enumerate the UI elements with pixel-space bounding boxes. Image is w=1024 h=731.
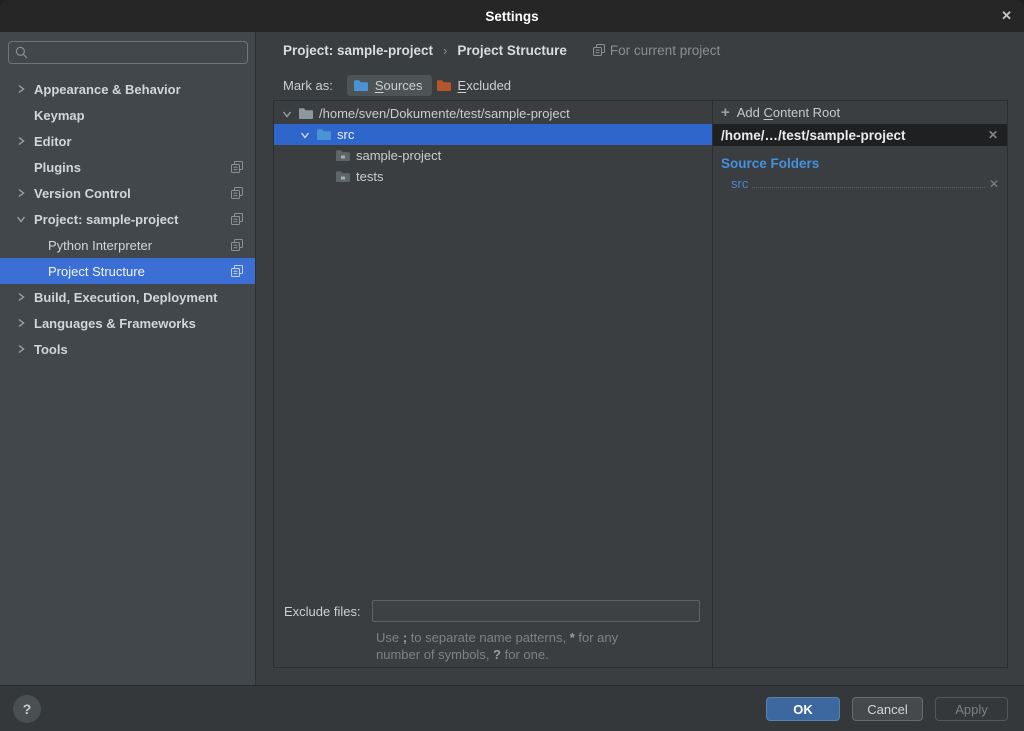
exclude-files-hint: Use ; to separate name patterns, * for a… (376, 629, 716, 663)
tree-row-src[interactable]: src (274, 124, 712, 145)
folder-icon (298, 107, 314, 120)
mark-as-toolbar: Mark as: Sources Excluded (283, 72, 520, 98)
settings-dialog: Settings ✕ Appearance & Behavior Keymap … (0, 0, 1024, 731)
breadcrumb-project[interactable]: Project: sample-project (283, 43, 433, 58)
tree-row-sample-project[interactable]: sample-project (274, 145, 712, 166)
sidebar-item-build-execution-deployment[interactable]: Build, Execution, Deployment (0, 284, 255, 310)
ok-button[interactable]: OK (766, 697, 840, 721)
chevron-down-icon[interactable] (299, 130, 311, 140)
mark-as-excluded-button[interactable]: Excluded (434, 75, 520, 96)
sidebar-item-project-sample-project[interactable]: Project: sample-project (0, 206, 255, 232)
cancel-button[interactable]: Cancel (852, 697, 923, 721)
sidebar-item-project-structure[interactable]: Project Structure (0, 258, 255, 284)
search-field[interactable] (34, 45, 241, 60)
breadcrumb-page: Project Structure (457, 43, 567, 58)
tree-row-content-root[interactable]: /home/sven/Dokumente/test/sample-project (274, 103, 712, 124)
mark-as-label: Mark as: (283, 78, 333, 93)
close-icon[interactable]: ✕ (1001, 0, 1012, 32)
for-current-project-icon (593, 44, 605, 56)
sidebar-item-plugins[interactable]: Plugins (0, 154, 255, 180)
chevron-down-icon[interactable] (16, 214, 34, 224)
project-tree: /home/sven/Dokumente/test/sample-project… (274, 103, 712, 187)
chevron-right-icon[interactable] (16, 84, 34, 94)
content-roots-panel: + Add Content Root /home/…/test/sample-p… (712, 101, 1007, 667)
per-project-icon (231, 161, 243, 173)
footer-buttons: OK Cancel Apply (766, 697, 1008, 721)
chevron-right-icon[interactable] (16, 292, 34, 302)
plus-icon: + (721, 105, 730, 120)
title-bar: Settings ✕ (0, 0, 1024, 32)
folder-icon (335, 149, 351, 162)
sidebar-item-languages-frameworks[interactable]: Languages & Frameworks (0, 310, 255, 336)
settings-sidebar: Appearance & Behavior Keymap Editor Plug… (0, 32, 256, 685)
dialog-footer: ? OK Cancel Apply (0, 685, 1024, 731)
source-folders-heading: Source Folders (713, 146, 1007, 171)
content-root-path[interactable]: /home/…/test/sample-project ✕ (713, 124, 1007, 146)
sidebar-item-keymap[interactable]: Keymap (0, 102, 255, 128)
per-project-icon (231, 187, 243, 199)
folder-icon (335, 170, 351, 183)
search-icon (15, 46, 28, 59)
breadcrumb: Project: sample-project › Project Struct… (283, 40, 720, 60)
chevron-right-icon[interactable] (16, 318, 34, 328)
dotted-leader (752, 187, 985, 188)
add-content-root-button[interactable]: + Add Content Root (713, 101, 1007, 124)
chevron-down-icon[interactable] (281, 109, 293, 119)
remove-source-folder-icon[interactable]: ✕ (989, 177, 999, 191)
content-panels: /home/sven/Dokumente/test/sample-project… (273, 100, 1008, 668)
project-tree-panel: /home/sven/Dokumente/test/sample-project… (274, 101, 712, 667)
window-title: Settings (485, 9, 538, 24)
chevron-right-icon[interactable] (16, 136, 34, 146)
chevron-right-icon[interactable] (16, 188, 34, 198)
sources-folder-icon (353, 79, 369, 92)
apply-button[interactable]: Apply (935, 697, 1008, 721)
sidebar-item-appearance-behavior[interactable]: Appearance & Behavior (0, 76, 255, 102)
exclude-files-row: Exclude files: (274, 599, 712, 623)
sidebar-item-tools[interactable]: Tools (0, 336, 255, 362)
exclude-files-label: Exclude files: (284, 604, 372, 619)
scope-note: For current project (593, 43, 720, 58)
excluded-folder-icon (436, 79, 452, 92)
mark-as-sources-button[interactable]: Sources (347, 75, 432, 96)
per-project-icon (231, 239, 243, 251)
search-input[interactable] (8, 41, 248, 64)
per-project-icon (231, 265, 243, 277)
chevron-right-icon[interactable] (16, 344, 34, 354)
tree-row-tests[interactable]: tests (274, 166, 712, 187)
help-button[interactable]: ? (13, 695, 41, 723)
remove-content-root-icon[interactable]: ✕ (988, 128, 998, 142)
per-project-icon (231, 213, 243, 225)
sidebar-item-python-interpreter[interactable]: Python Interpreter (0, 232, 255, 258)
sidebar-item-version-control[interactable]: Version Control (0, 180, 255, 206)
source-folder-icon (316, 128, 332, 141)
source-folder-item-src[interactable]: src ✕ (731, 176, 999, 191)
breadcrumb-separator: › (443, 43, 447, 58)
exclude-files-input[interactable] (372, 600, 700, 622)
sidebar-menu: Appearance & Behavior Keymap Editor Plug… (0, 76, 255, 362)
sidebar-item-editor[interactable]: Editor (0, 128, 255, 154)
